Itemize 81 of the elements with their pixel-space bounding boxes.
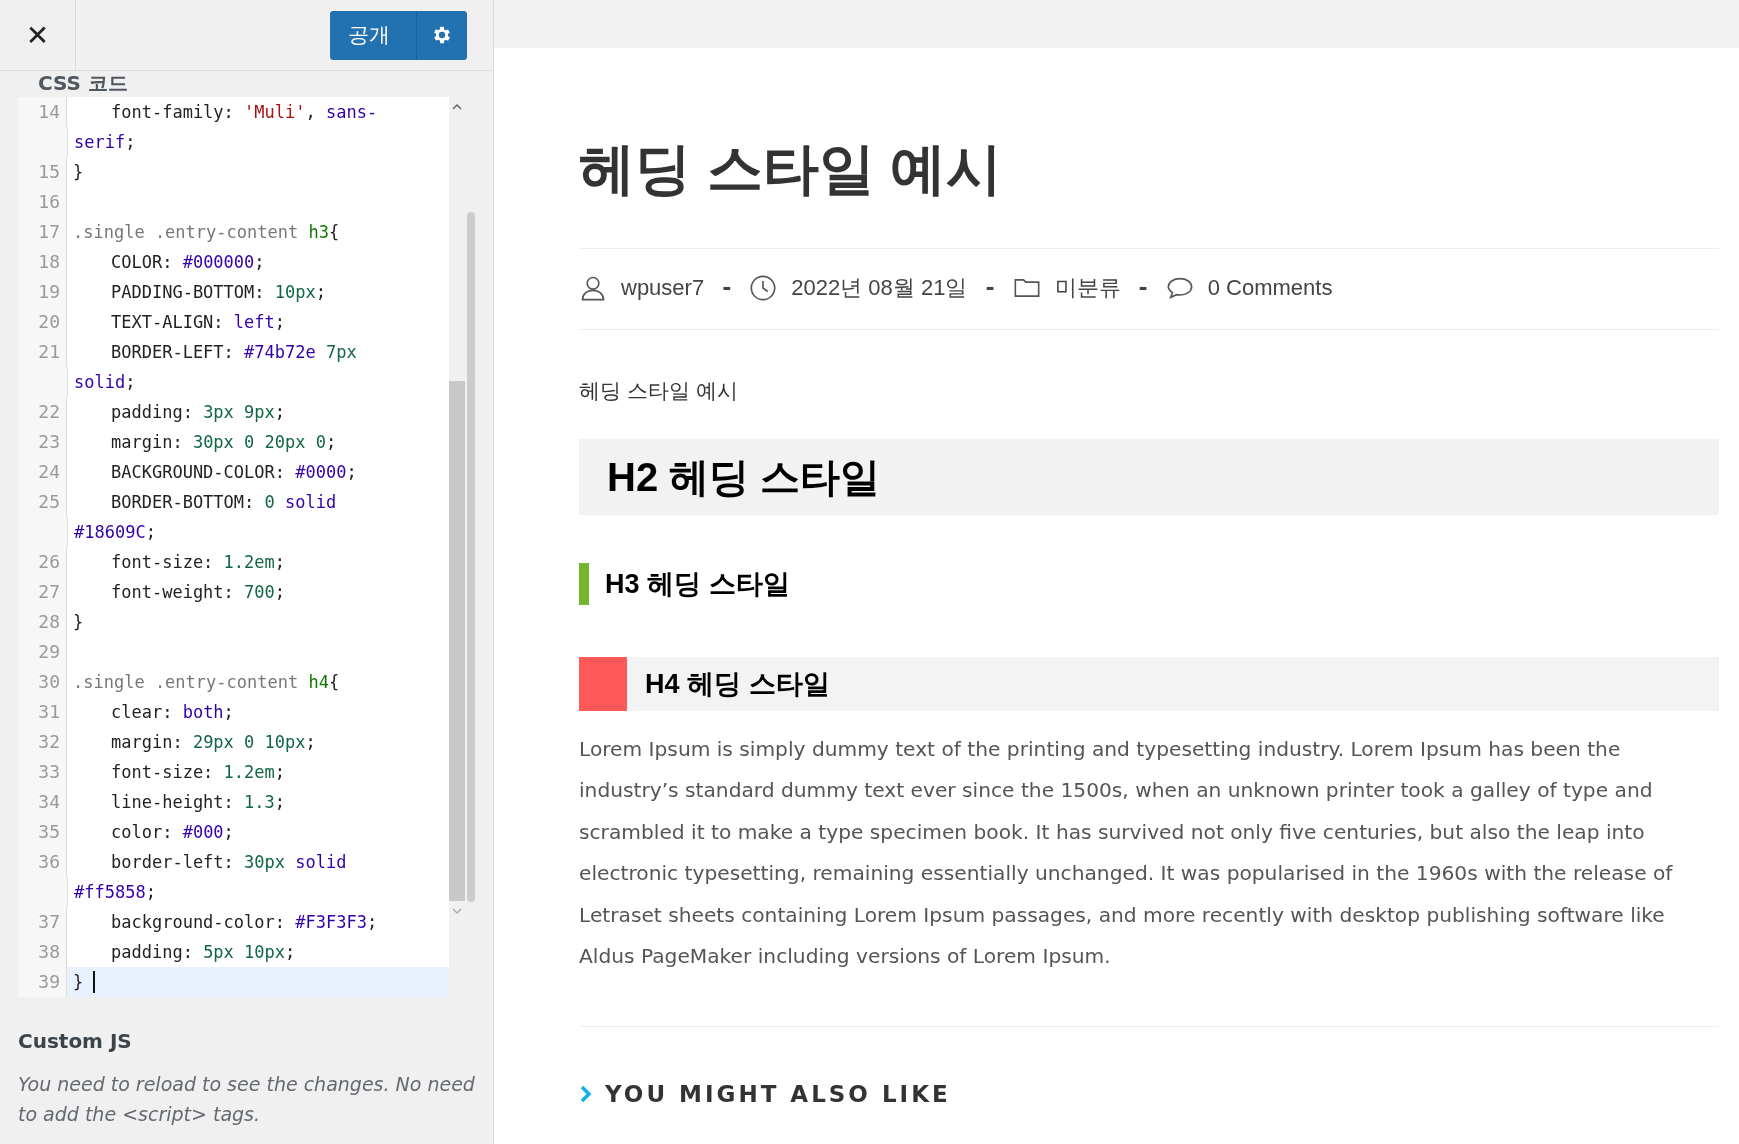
line-number: 36 <box>38 850 61 874</box>
chevron-right-icon <box>579 1083 593 1104</box>
heading-two: H2 헤딩 스타일 <box>579 438 1719 515</box>
panel-scrollbar[interactable] <box>467 212 475 902</box>
code-line: .single .entry-content h4{ <box>72 671 340 694</box>
scroll-down-icon <box>452 907 462 915</box>
code-line: margin: 30px 0 20px 0; <box>110 431 337 454</box>
clock-icon <box>749 273 778 302</box>
category-link[interactable]: 미분류 <box>1054 272 1121 303</box>
line-number: 37 <box>38 910 61 934</box>
code-line: margin: 29px 0 10px; <box>110 731 316 754</box>
code-line: font-size: 1.2em; <box>110 761 286 784</box>
scroll-up-icon <box>452 103 462 111</box>
line-number: 34 <box>38 790 61 814</box>
line-number: 33 <box>38 760 61 784</box>
line-number: 23 <box>38 430 61 454</box>
code-line: } <box>72 161 84 184</box>
code-line: } <box>72 611 84 634</box>
code-line: background-color: #F3F3F3; <box>110 911 378 934</box>
code-editor[interactable] <box>18 97 449 997</box>
line-number: 21 <box>38 340 61 364</box>
post-paragraph: Lorem Ipsum is simply dummy text of the printing and typesetting industry. Lorem Ipsum has been the industry’s standard dummy text ever since the 1500s, when an unknown printer took a galley of type and scrambled it to make a type specimen book. It has survived not only five centuries, but also the leap into electronic typesetting, remaining essentially unchanged. It was popularised in the 1960s with the release of Letraset sheets containing Lorem Ipsum passages, and more recently with desktop publishing software like Aldus PageMaker including versions of Lorem Ipsum. <box>579 735 1674 971</box>
author-link[interactable]: wpuser7 <box>621 274 705 301</box>
line-number: 35 <box>38 820 61 844</box>
publish-button[interactable]: 공개 <box>330 10 417 60</box>
post-date: 2022년 08월 21일 <box>791 273 968 302</box>
code-line: font-family: 'Muli', sans- <box>110 101 378 124</box>
meta-separator: - <box>1138 275 1148 301</box>
code-line: .single .entry-content h3{ <box>72 221 340 244</box>
heading-four: H4 헤딩 스타일 <box>579 656 1719 711</box>
line-number: 22 <box>38 400 61 424</box>
code-line: PADDING-BOTTOM: 10px; <box>110 281 326 304</box>
code-line: padding: 5px 10px; <box>110 941 296 964</box>
comments-link[interactable]: 0 Comments <box>1207 274 1333 301</box>
meta-separator: - <box>722 275 732 301</box>
code-line: border-left: 30px solid <box>110 851 347 874</box>
close-button[interactable]: ✕ <box>0 0 76 70</box>
code-line: clear: both; <box>110 701 234 724</box>
line-number: 24 <box>38 460 61 484</box>
section-title: Custom JS <box>18 1029 133 1053</box>
line-number: 29 <box>38 640 61 664</box>
section-description: You need to reload to see the changes. No need to add the <script> tags. <box>18 1072 475 1127</box>
code-line: TEXT-ALIGN: left; <box>110 311 286 334</box>
line-number: 25 <box>38 490 61 514</box>
code-line: line-height: 1.3; <box>110 791 286 814</box>
line-number: 32 <box>38 730 61 754</box>
line-number: 18 <box>38 250 61 274</box>
line-number: 19 <box>38 280 61 304</box>
code-line: font-weight: 700; <box>110 581 286 604</box>
code-line: #ff5858; <box>73 881 156 904</box>
related-posts-heading: YOU MIGHT ALSO LIKE <box>605 1080 951 1107</box>
line-number: 27 <box>38 580 61 604</box>
code-line: #18609C; <box>73 521 156 544</box>
line-number: 38 <box>38 940 61 964</box>
post-title: 헤딩 스타일 예시 <box>579 136 1004 202</box>
code-line: COLOR: #000000; <box>110 251 265 274</box>
code-line: BORDER-LEFT: #74b72e 7px <box>110 341 357 364</box>
code-line: color: #000; <box>110 821 234 844</box>
code-line: BORDER-BOTTOM: 0 solid <box>110 491 337 514</box>
heading-three: H3 헤딩 스타일 <box>579 562 1719 605</box>
code-line: serif; <box>73 131 136 154</box>
line-number: 15 <box>38 160 61 184</box>
section-title: CSS 코드 <box>38 71 129 95</box>
line-number: 39 <box>38 970 61 994</box>
meta-separator: - <box>985 275 995 301</box>
line-number: 14 <box>38 100 61 124</box>
line-number: 30 <box>38 670 61 694</box>
line-number: 28 <box>38 610 61 634</box>
post-paragraph: 헤딩 스타일 예시 <box>579 377 739 404</box>
line-number: 31 <box>38 700 61 724</box>
line-number: 17 <box>38 220 61 244</box>
code-line: } <box>72 971 84 994</box>
line-number: 16 <box>38 190 61 214</box>
code-line: BACKGROUND-COLOR: #0000; <box>110 461 357 484</box>
settings-icon <box>431 24 453 46</box>
line-number: 26 <box>38 550 61 574</box>
code-line: solid; <box>73 371 136 394</box>
code-line: font-size: 1.2em; <box>110 551 286 574</box>
text-cursor <box>93 971 96 993</box>
code-line: padding: 3px 9px; <box>110 401 286 424</box>
line-number: 20 <box>38 310 61 334</box>
